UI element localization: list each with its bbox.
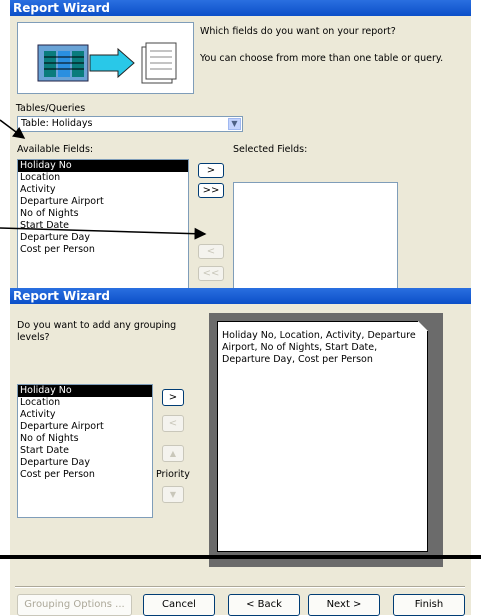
annotation-arrow-tables [0,119,26,139]
annotation-arrow-add-all [0,227,207,240]
annotation-arrows [0,119,207,240]
